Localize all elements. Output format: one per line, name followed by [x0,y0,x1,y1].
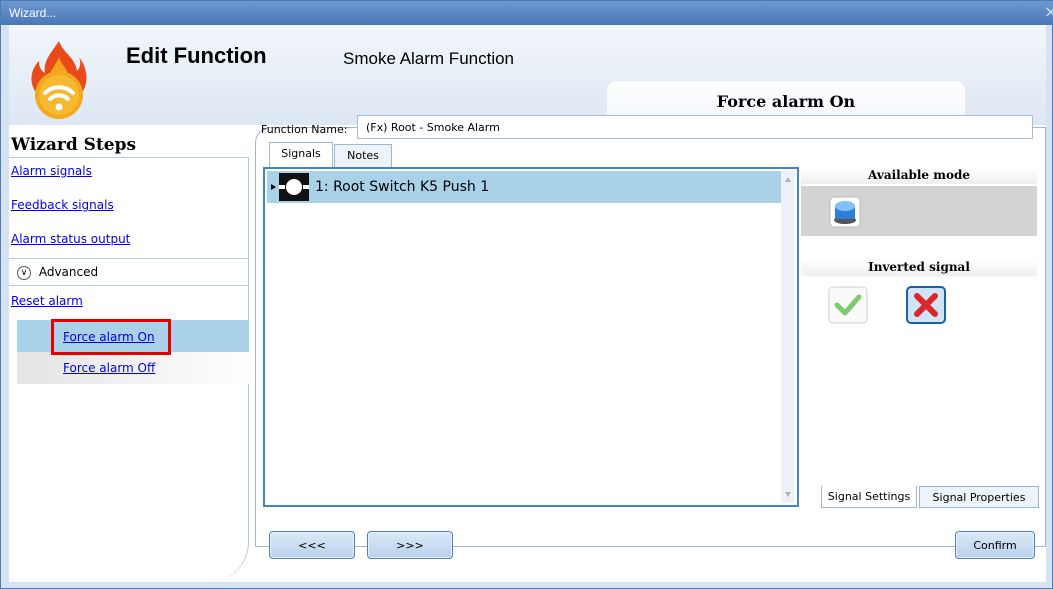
title-bar: Wizard... × [1,1,1053,25]
sidebar-item-alarm-status-output[interactable]: Alarm status output [11,232,130,246]
cross-icon[interactable] [906,286,946,324]
function-name-label: Function Name: [261,123,348,136]
tab-signal-properties[interactable]: Signal Properties [919,486,1039,508]
signal-label: 1: Root Switch K5 Push 1 [315,179,490,195]
confirm-button[interactable]: Confirm [955,531,1035,559]
tab-notes[interactable]: Notes [334,144,392,167]
sidebar-panel: Alarm signals Feedback signals Alarm sta… [9,157,249,582]
signals-list[interactable]: 1: Root Switch K5 Push 1 [263,167,799,507]
scroll-arrows-icon [785,177,791,497]
push-button-mode-icon[interactable] [829,196,861,228]
check-icon[interactable] [828,286,868,324]
page-title: Edit Function [126,43,267,68]
sidebar-item-reset-alarm[interactable]: Reset alarm [11,294,83,308]
sidebar-item-feedback-signals[interactable]: Feedback signals [11,198,114,212]
wizard-steps-sidebar: Wizard Steps Alarm signals Feedback sign… [9,125,249,582]
available-mode-area [801,186,1037,236]
push-switch-icon [279,173,309,201]
wizard-window: Wizard... × Edit Function Smoke Alarm Fu… [0,0,1053,589]
list-item[interactable]: 1: Root Switch K5 Push 1 [267,171,781,203]
tab-signals[interactable]: Signals [269,142,333,167]
vertical-scrollbar[interactable] [781,171,795,503]
sidebar-item-force-alarm-off[interactable]: Force alarm Off [63,361,155,375]
inverted-signal-title: Inverted signal [801,260,1037,276]
signal-settings-panel: Available mode Inverted signal [801,168,1037,509]
close-icon[interactable]: × [1044,3,1053,21]
tab-signal-settings[interactable]: Signal Settings [821,486,917,508]
fire-wifi-icon [31,41,87,119]
header: Edit Function Smoke Alarm Function Force… [9,25,1046,125]
highlight-annotation [51,319,171,355]
function-type: Smoke Alarm Function [343,49,515,68]
sidebar-item-alarm-signals[interactable]: Alarm signals [11,164,92,178]
back-button[interactable]: <<< [269,531,355,559]
available-mode-title: Available mode [801,168,1037,184]
sidebar-title: Wizard Steps [11,135,137,155]
advanced-label: Advanced [38,265,99,279]
chevron-down-icon: ∨ [17,265,31,280]
row-pointer-icon [271,184,276,190]
window-title: Wizard... [9,6,57,20]
advanced-section-toggle[interactable]: ∨ Advanced [9,258,249,286]
next-button[interactable]: >>> [367,531,453,559]
function-name-input[interactable] [357,115,1033,139]
